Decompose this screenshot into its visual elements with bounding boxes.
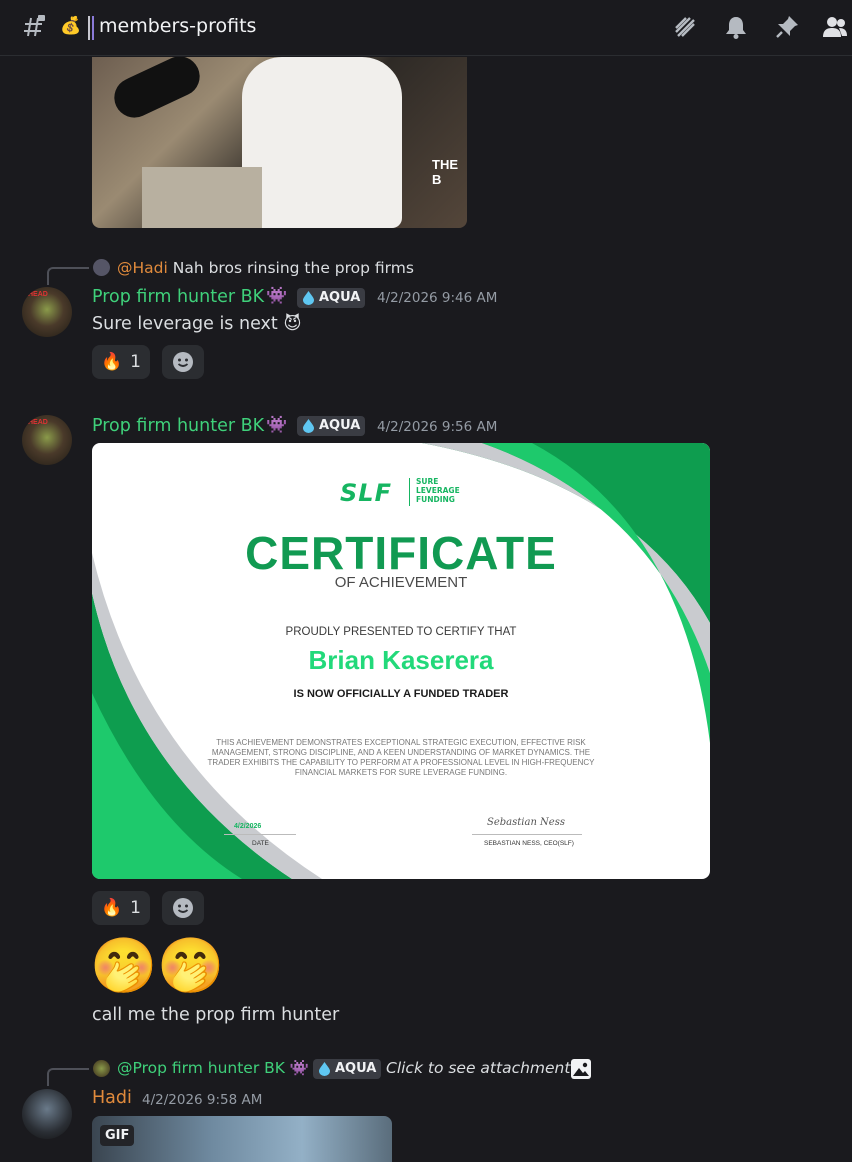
message-timestamp: 4/2/2026 9:46 AM bbox=[377, 290, 498, 306]
message-timestamp: 4/2/2026 9:56 AM bbox=[377, 419, 498, 435]
money-counter-shape bbox=[142, 167, 262, 228]
author-name[interactable]: Hadi bbox=[92, 1088, 132, 1108]
badge-label: AQUA bbox=[319, 290, 361, 305]
funded-statement: IS NOW OFFICIALLY A FUNDED TRADER bbox=[293, 688, 509, 700]
role-badge[interactable]: AQUA bbox=[297, 416, 366, 436]
reply-connector bbox=[47, 1068, 89, 1086]
reply-preview[interactable]: @Prop firm hunter BK 👾 bbox=[117, 1059, 309, 1077]
reply-connector bbox=[47, 267, 89, 285]
reaction-fire[interactable]: 🔥 1 bbox=[92, 345, 150, 379]
reply-avatar bbox=[93, 1060, 110, 1077]
threads-icon[interactable] bbox=[672, 14, 698, 40]
signature-line bbox=[472, 834, 582, 835]
reply-attachment-text[interactable]: Click to see attachment bbox=[386, 1059, 570, 1077]
logo-divider bbox=[409, 478, 410, 506]
add-reaction-button[interactable] bbox=[162, 891, 204, 925]
smiling-devil-emoji: 😈 bbox=[283, 314, 302, 334]
image-icon bbox=[571, 1059, 591, 1079]
author-name[interactable]: Prop firm hunter BK bbox=[92, 287, 264, 307]
signature: Sebastian Ness bbox=[487, 817, 565, 828]
date-line bbox=[224, 834, 296, 835]
user-avatar[interactable]: HEAD bbox=[22, 415, 72, 465]
presented-text: PROUDLY PRESENTED TO CERTIFY THAT bbox=[285, 626, 517, 638]
author-emoji: 👾 bbox=[266, 415, 288, 435]
role-badge[interactable]: AQUA bbox=[313, 1059, 382, 1079]
attachment-image[interactable]: THE B bbox=[92, 57, 467, 228]
channel-name: members-profits bbox=[99, 15, 257, 37]
water-drop-icon bbox=[303, 419, 314, 433]
reaction-count: 1 bbox=[130, 898, 141, 918]
author-name[interactable]: Prop firm hunter BK bbox=[92, 416, 264, 436]
avatar-text-art: HEAD bbox=[28, 419, 48, 426]
certificate-subtitle: OF ACHIEVEMENT bbox=[334, 574, 468, 591]
recipient-name: Brian Kaserera bbox=[308, 645, 494, 675]
hash-lock-icon bbox=[24, 15, 45, 37]
reaction-count: 1 bbox=[130, 352, 141, 372]
water-drop-icon bbox=[303, 291, 314, 305]
certificate-description: THIS ACHIEVEMENT DEMONSTRATES EXCEPTIONA… bbox=[207, 738, 595, 777]
avatar-text-art: HEAD bbox=[28, 291, 48, 298]
user-avatar[interactable]: HEAD bbox=[22, 287, 72, 337]
message-text: call me the prop firm hunter bbox=[92, 1005, 340, 1025]
logo-subtitle: SURE LEVERAGE FUNDING bbox=[416, 477, 460, 504]
fire-emoji: 🔥 bbox=[101, 898, 123, 918]
date-label: DATE bbox=[252, 840, 269, 847]
channel-header: 💰 members-profits bbox=[0, 0, 852, 56]
channel-divider bbox=[88, 16, 94, 40]
gif-badge: GIF bbox=[100, 1125, 135, 1146]
watermark-logo: THE B bbox=[432, 157, 458, 187]
signer-label: SEBASTIAN NESS, CEO(SLF) bbox=[484, 840, 574, 847]
members-icon[interactable] bbox=[822, 14, 848, 40]
reply-avatar bbox=[93, 259, 110, 276]
reaction-fire[interactable]: 🔥 1 bbox=[92, 891, 150, 925]
person-shape bbox=[242, 57, 402, 228]
gif-attachment[interactable]: GIF bbox=[92, 1116, 392, 1162]
mention-emoji: 👾 bbox=[289, 1059, 310, 1077]
user-avatar[interactable] bbox=[22, 1089, 72, 1139]
author-emoji: 👾 bbox=[266, 286, 288, 306]
water-drop-icon bbox=[319, 1062, 330, 1076]
reply-mention[interactable]: @Hadi bbox=[117, 259, 168, 277]
bell-icon[interactable] bbox=[723, 14, 749, 40]
reply-text: Nah bros rinsing the prop firms bbox=[172, 259, 414, 277]
hand-over-mouth-emojis: 🤭🤭 bbox=[90, 934, 225, 997]
pin-icon[interactable] bbox=[774, 14, 800, 40]
message-timestamp: 4/2/2026 9:58 AM bbox=[142, 1092, 263, 1108]
badge-label: AQUA bbox=[335, 1061, 377, 1076]
money-bag-emoji: 💰 bbox=[60, 16, 82, 36]
certificate-date: 4/2/2026 bbox=[234, 823, 262, 830]
slf-logo: SLF bbox=[340, 479, 392, 507]
certificate-image[interactable]: SLF SURE LEVERAGE FUNDING CERTIFICATE OF… bbox=[92, 443, 710, 879]
reply-preview[interactable]: @Hadi Nah bros rinsing the prop firms bbox=[117, 259, 414, 277]
fire-emoji: 🔥 bbox=[101, 352, 123, 372]
reply-mention[interactable]: @Prop firm hunter BK bbox=[117, 1059, 285, 1077]
microphone-shape bbox=[107, 57, 207, 125]
message-text: Sure leverage is next 😈 bbox=[92, 314, 302, 334]
add-reaction-button[interactable] bbox=[162, 345, 204, 379]
badge-label: AQUA bbox=[319, 418, 361, 433]
smiley-add-icon bbox=[173, 898, 193, 918]
role-badge[interactable]: AQUA bbox=[297, 288, 366, 308]
smiley-add-icon bbox=[173, 352, 193, 372]
message-content: Sure leverage is next bbox=[92, 314, 278, 334]
certificate-title: CERTIFICATE bbox=[245, 527, 557, 579]
